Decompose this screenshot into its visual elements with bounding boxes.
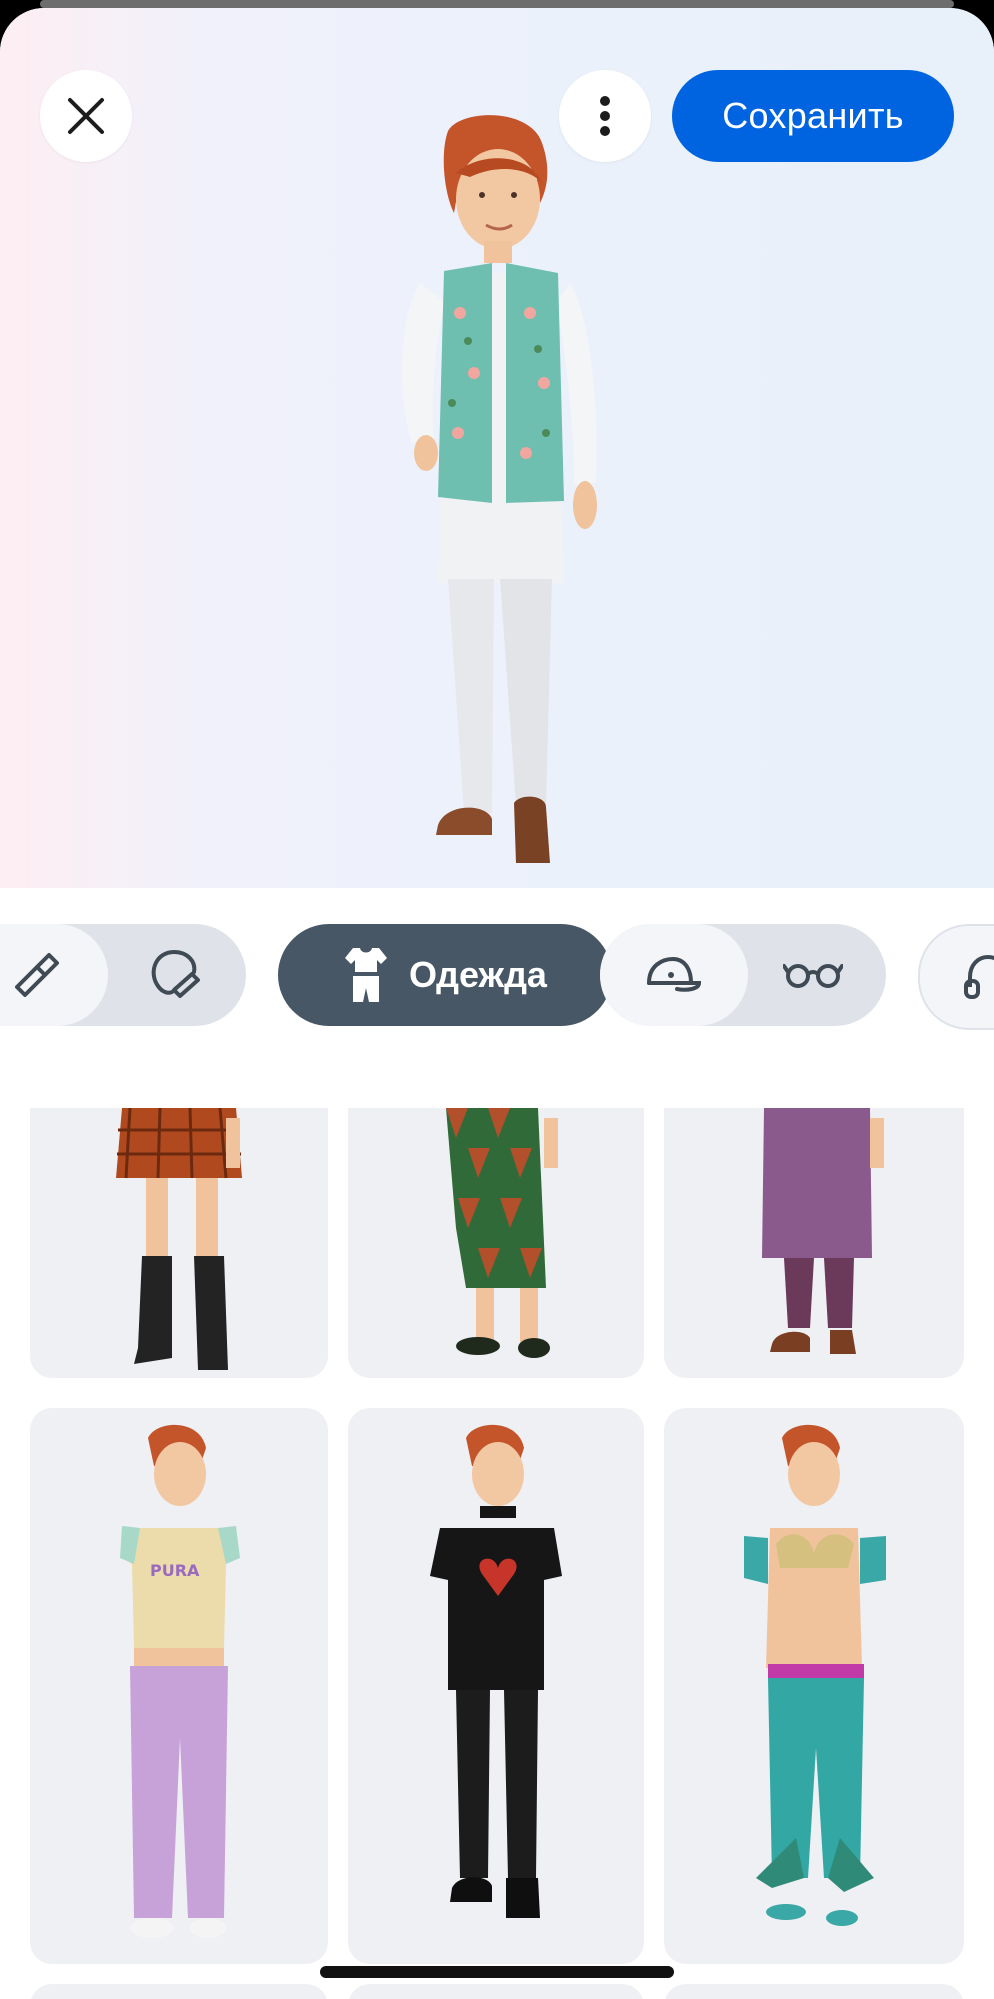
category-tabs: Одежда	[0, 920, 994, 1030]
outfit-card-black-dress[interactable]	[348, 1408, 644, 1964]
outfit-card-crop-tee[interactable]: PURA	[30, 1408, 328, 1964]
outfit-card-wrap-skirt[interactable]	[348, 1108, 644, 1378]
avatar-figure	[402, 115, 597, 863]
category-group-accessories	[600, 924, 886, 1026]
headphones-icon	[964, 954, 994, 999]
close-button[interactable]	[40, 70, 132, 162]
tab-makeup[interactable]	[0, 924, 70, 1026]
avatar-editor-sheet: Сохранить Одежда PURA	[0, 8, 994, 1999]
tab-eyewear[interactable]	[768, 924, 858, 1026]
avatar-preview[interactable]: Сохранить	[0, 8, 994, 888]
outfit-card-row3-2[interactable]	[348, 1984, 644, 1999]
tab-clothing[interactable]: Одежда	[278, 924, 612, 1026]
makeup-brush-icon	[15, 953, 59, 997]
tab-clothing-label: Одежда	[409, 954, 547, 995]
home-indicator[interactable]	[320, 1966, 674, 1978]
tab-hair[interactable]	[128, 924, 218, 1026]
outfit-preview	[116, 1108, 242, 1370]
save-button[interactable]: Сохранить	[672, 70, 954, 162]
outfit-preview: PURA	[120, 1424, 240, 1938]
tab-headwear[interactable]	[628, 924, 718, 1026]
cap-icon	[647, 957, 702, 992]
outfit-preview	[762, 1108, 884, 1354]
glasses-icon	[783, 964, 843, 988]
svg-text:PURA: PURA	[150, 1561, 200, 1580]
outfit-preview	[430, 1424, 562, 1918]
close-icon	[68, 98, 104, 134]
tab-headphones[interactable]	[918, 924, 994, 1030]
outfit-preview	[744, 1424, 886, 1926]
category-group-beauty	[0, 924, 246, 1026]
status-bar-edge	[40, 0, 954, 8]
outfit-icon	[345, 948, 388, 1002]
outfit-preview	[446, 1108, 558, 1358]
outfit-card-row3-3[interactable]	[664, 1984, 964, 1999]
hair-dryer-icon	[151, 949, 200, 998]
outfit-card-purple-tunic[interactable]	[664, 1108, 964, 1378]
outfit-card-mermaid[interactable]	[664, 1408, 964, 1964]
outfit-card-plaid-skirt[interactable]	[30, 1108, 328, 1378]
outfit-card-row3-1[interactable]	[30, 1984, 328, 1999]
